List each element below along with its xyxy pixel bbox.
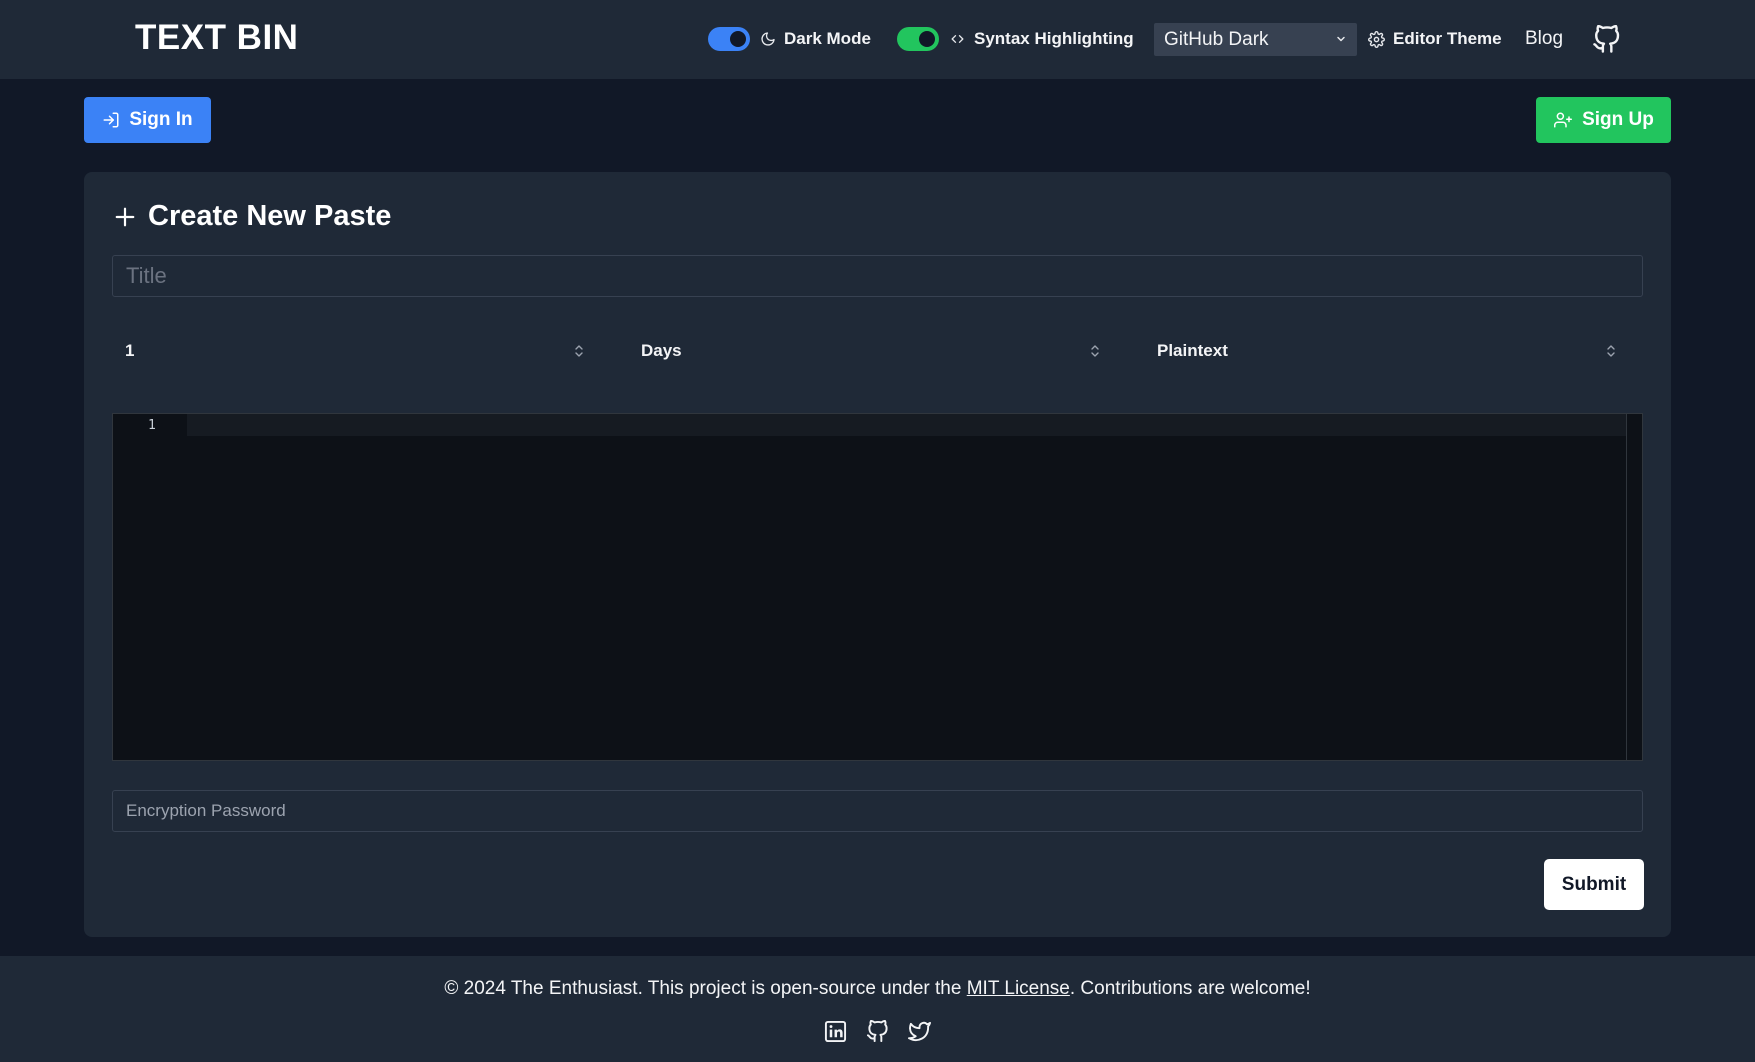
blog-link[interactable]: Blog	[1525, 28, 1563, 50]
gear-icon	[1368, 30, 1385, 48]
syntax-highlight-control: Syntax Highlighting	[897, 27, 1134, 51]
top-navbar: TEXT BIN Dark Mode Syntax Highlighting G…	[0, 0, 1755, 79]
editor-active-line[interactable]	[187, 414, 1627, 436]
dark-mode-toggle[interactable]	[708, 27, 750, 51]
dark-mode-control: Dark Mode	[708, 27, 871, 51]
twitter-icon[interactable]	[908, 1020, 931, 1043]
github-icon[interactable]	[866, 1020, 889, 1043]
syntax-highlight-toggle[interactable]	[897, 27, 939, 51]
editor-scrollbar[interactable]	[1626, 414, 1642, 760]
sign-up-label: Sign Up	[1582, 109, 1654, 130]
language-select[interactable]: Plaintext	[1144, 330, 1629, 372]
editor-theme-control[interactable]: Editor Theme	[1368, 29, 1502, 49]
chevron-up-down-icon	[1606, 344, 1616, 358]
dark-mode-label: Dark Mode	[784, 29, 871, 48]
editor-theme-label: Editor Theme	[1393, 29, 1502, 48]
linkedin-icon[interactable]	[824, 1020, 847, 1043]
social-links	[0, 1020, 1755, 1043]
line-number: 1	[148, 418, 156, 433]
chevron-down-icon	[1335, 29, 1347, 51]
submit-button[interactable]: Submit	[1544, 859, 1644, 910]
plus-icon	[114, 206, 148, 228]
user-plus-icon	[1553, 111, 1582, 129]
editor-theme-select[interactable]: GitHub Dark	[1154, 23, 1357, 56]
expiry-unit-select[interactable]: Days	[628, 330, 1113, 372]
github-icon[interactable]	[1592, 24, 1621, 59]
expiry-value-select[interactable]: 1	[112, 330, 597, 372]
page-title: Create New Paste	[114, 200, 391, 233]
sign-in-icon	[102, 111, 129, 129]
syntax-highlight-label: Syntax Highlighting	[974, 29, 1134, 48]
page-title-text: Create New Paste	[148, 200, 392, 232]
footer-text-end: . Contributions are welcome!	[1069, 978, 1311, 999]
footer-text: © 2024 The Enthusiast. This project is o…	[0, 978, 1755, 1000]
chevron-up-down-icon	[1090, 344, 1100, 358]
create-paste-card: Create New Paste 1 Days Plaintext 1	[84, 172, 1671, 937]
editor-gutter: 1	[113, 414, 187, 760]
sign-in-button[interactable]: Sign In	[84, 97, 211, 143]
sign-in-label: Sign In	[129, 109, 193, 130]
title-input[interactable]	[112, 255, 1643, 297]
chevron-up-down-icon	[574, 344, 584, 358]
mit-license-link[interactable]: MIT License	[967, 978, 1070, 999]
footer: © 2024 The Enthusiast. This project is o…	[0, 956, 1755, 1062]
paste-options-row: 1 Days Plaintext	[112, 330, 1643, 372]
footer-text-start: © 2024 The Enthusiast. This project is o…	[444, 978, 967, 999]
sign-up-button[interactable]: Sign Up	[1536, 97, 1671, 143]
language-value: Plaintext	[1157, 341, 1228, 360]
app-logo[interactable]: TEXT BIN	[135, 18, 298, 58]
encryption-password-input[interactable]	[112, 790, 1643, 832]
moon-icon	[760, 31, 776, 47]
code-icon	[949, 31, 966, 47]
expiry-value: 1	[125, 341, 135, 360]
code-editor[interactable]: 1	[112, 413, 1643, 761]
expiry-unit: Days	[641, 341, 682, 360]
editor-theme-value: GitHub Dark	[1164, 28, 1269, 50]
